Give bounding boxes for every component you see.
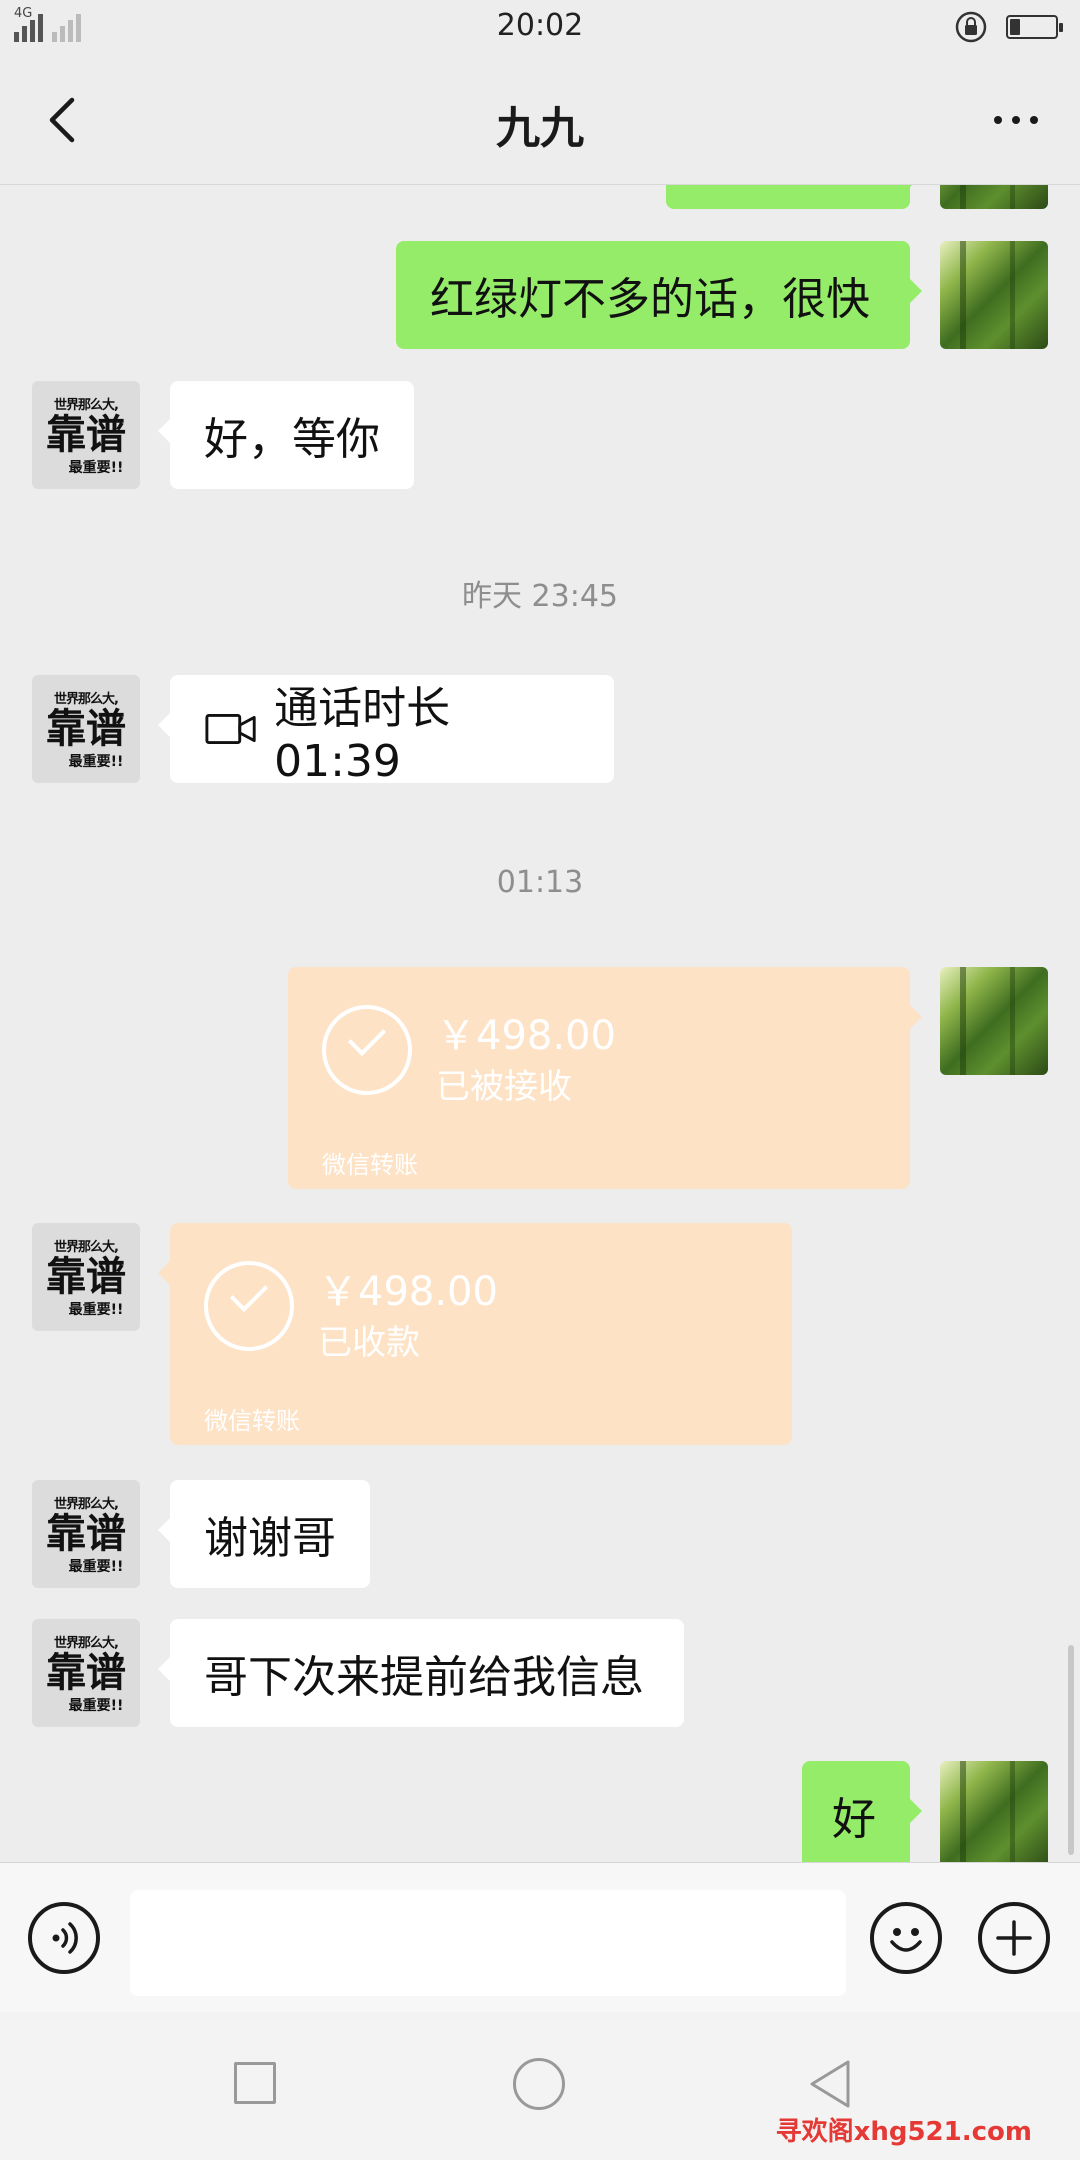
avatar-other[interactable]: 世界那么大, 靠谱 最重要!!: [32, 1223, 140, 1331]
avatar-self[interactable]: [940, 241, 1048, 349]
message-bubble[interactable]: 谢谢哥: [158, 1480, 370, 1588]
plus-icon: [996, 1920, 1032, 1956]
voice-button[interactable]: [28, 1902, 100, 1974]
message-input[interactable]: [130, 1890, 846, 1996]
transfer-status: 已被接收: [436, 1067, 572, 1107]
message-bubble[interactable]: 好: [802, 1761, 922, 1862]
home-button[interactable]: [513, 2058, 565, 2110]
message-bubble[interactable]: 红绿灯不多的话，很快: [396, 241, 922, 349]
avatar-self[interactable]: [940, 967, 1048, 1075]
check-icon: [322, 1005, 412, 1095]
avatar-self[interactable]: [940, 1761, 1048, 1862]
chat-header: 九九: [0, 56, 1080, 185]
message-text: 好: [832, 1794, 876, 1845]
message-text: 谢谢哥: [204, 1513, 336, 1564]
chat-title: 九九: [496, 103, 584, 154]
call-record-bubble[interactable]: 通话时长 01:39: [158, 675, 614, 787]
avatar-other[interactable]: 世界那么大, 靠谱 最重要!!: [32, 675, 140, 783]
transfer-status: 已收款: [318, 1323, 420, 1363]
message-bubble[interactable]: 好，等你: [158, 381, 414, 489]
chat-area[interactable]: 红绿灯不多的话，很快 世界那么大, 靠谱 最重要!! 好，等你 昨天 23:45 世…: [0, 185, 1080, 1862]
avatar-other[interactable]: 世界那么大, 靠谱 最重要!!: [32, 381, 140, 489]
emoji-icon: [890, 1928, 922, 1952]
more-functions-button[interactable]: [978, 1902, 1050, 1974]
transfer-card-received[interactable]: ￥498.00 已收款 微信转账: [158, 1223, 792, 1445]
input-bar: [0, 1862, 1080, 2013]
battery-icon: [1006, 15, 1063, 39]
recent-apps-button[interactable]: [234, 2062, 276, 2104]
avatar-self[interactable]: [940, 185, 1048, 209]
message-text: 哥下次来提前给我信息: [204, 1652, 644, 1703]
avatar-other[interactable]: 世界那么大, 靠谱 最重要!!: [32, 1480, 140, 1588]
transfer-amount: ￥498.00: [318, 1269, 498, 1315]
message-text: 红绿灯不多的话，很快: [430, 274, 870, 325]
emoji-button[interactable]: [870, 1902, 942, 1974]
message-text: 好，等你: [204, 414, 380, 465]
timestamp: 昨天 23:45: [462, 579, 618, 614]
message-bubble[interactable]: 哥下次来提前给我信息: [158, 1619, 684, 1727]
nav-back-icon[interactable]: [800, 2054, 860, 2114]
video-call-icon: [205, 714, 256, 744]
check-icon: [204, 1261, 294, 1351]
transfer-card-sent[interactable]: ￥498.00 已被接收 微信转账: [288, 967, 922, 1189]
avatar-other[interactable]: 世界那么大, 靠谱 最重要!!: [32, 1619, 140, 1727]
timestamp: 01:13: [496, 865, 584, 900]
watermark: 寻欢阁xhg521.com: [775, 2117, 1032, 2147]
transfer-label: 微信转账: [204, 1407, 300, 1435]
rotation-lock-icon: [955, 11, 987, 43]
more-icon[interactable]: [986, 90, 1046, 150]
status-time: 20:02: [496, 8, 584, 43]
status-bar: 4G 20:02: [0, 0, 1080, 56]
voice-icon: [52, 1922, 78, 1954]
message-bubble-partial[interactable]: [666, 185, 922, 209]
transfer-label: 微信转账: [322, 1151, 418, 1179]
call-duration: 通话时长 01:39: [274, 682, 451, 787]
scrollbar[interactable]: [1068, 1645, 1074, 1855]
transfer-amount: ￥498.00: [436, 1013, 616, 1059]
